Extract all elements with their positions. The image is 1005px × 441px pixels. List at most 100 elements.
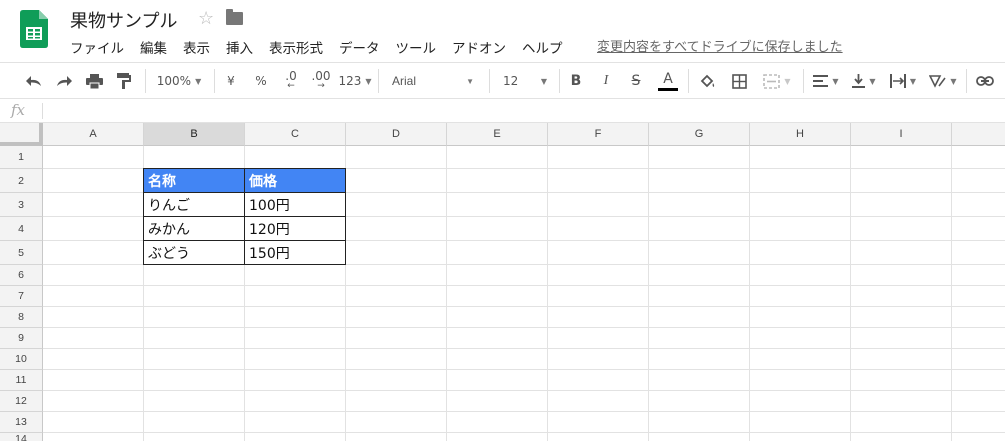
text-wrap-icon[interactable]: ▼: [886, 63, 920, 99]
bold-button[interactable]: B: [566, 63, 586, 99]
text-color-swatch: [658, 87, 678, 91]
save-status-link[interactable]: 変更内容をすべてドライブに保存しました: [597, 36, 843, 55]
column-header-h[interactable]: H: [750, 123, 851, 146]
app-header: 果物サンプル ☆ ファイル 編集 表示 挿入 表示形式 データ ツール アドオン…: [0, 0, 1005, 62]
folder-icon[interactable]: [226, 9, 243, 25]
star-icon[interactable]: ☆: [198, 8, 214, 29]
chevron-down-icon: ▼: [540, 76, 547, 86]
grid-line: [547, 146, 548, 441]
arrow-right-icon: →: [317, 81, 325, 91]
chevron-down-icon: ▼: [950, 76, 957, 86]
menu-format[interactable]: 表示形式: [269, 37, 323, 57]
row-header-9[interactable]: 9: [0, 328, 43, 349]
formula-divider: [42, 103, 43, 119]
horizontal-align-icon[interactable]: ▼: [810, 63, 842, 99]
column-header-j[interactable]: J: [952, 123, 1005, 146]
grid-line: [648, 146, 649, 441]
grid-line: [43, 369, 1005, 370]
decrease-decimal-button[interactable]: .0 ←: [279, 63, 303, 99]
table-cell-name[interactable]: りんご: [144, 193, 245, 217]
menu-view[interactable]: 表示: [183, 37, 210, 57]
strikethrough-button[interactable]: S: [626, 63, 646, 99]
sheets-logo-icon[interactable]: [20, 10, 48, 48]
toolbar-divider: [966, 69, 967, 93]
row-header-4[interactable]: 4: [0, 217, 43, 241]
row-header-3[interactable]: 3: [0, 193, 43, 217]
column-header-a[interactable]: A: [43, 123, 144, 146]
toolbar-divider: [803, 69, 804, 93]
toolbar-divider: [214, 69, 215, 93]
italic-button[interactable]: I: [596, 63, 616, 99]
row-header-10[interactable]: 10: [0, 349, 43, 370]
table-border: [143, 192, 346, 193]
paint-format-icon[interactable]: [112, 63, 136, 99]
font-family-select[interactable]: Arial ▼: [384, 63, 480, 99]
column-header-g[interactable]: G: [649, 123, 750, 146]
menu-tools[interactable]: ツール: [396, 37, 437, 57]
link-icon[interactable]: [973, 63, 997, 99]
more-formats-select[interactable]: 123 ▼: [338, 63, 372, 99]
column-header-f[interactable]: F: [548, 123, 649, 146]
row-header-2[interactable]: 2: [0, 169, 43, 193]
merge-cells-icon[interactable]: ▼: [757, 63, 797, 99]
menu-help[interactable]: ヘルプ: [522, 37, 563, 57]
text-rotation-icon[interactable]: ▼: [925, 63, 961, 99]
toolbar-divider: [559, 69, 560, 93]
row-header-8[interactable]: 8: [0, 307, 43, 328]
menu-addons[interactable]: アドオン: [452, 37, 506, 57]
grid-line: [43, 432, 1005, 433]
table-cell-price[interactable]: 100円: [245, 193, 346, 217]
text-color-button[interactable]: A: [656, 63, 680, 99]
chevron-down-icon: ▼: [466, 76, 474, 86]
redo-icon[interactable]: [52, 63, 76, 99]
chevron-down-icon: ▼: [365, 76, 372, 86]
table-header-price[interactable]: 価格: [245, 169, 346, 193]
currency-button[interactable]: ¥: [220, 63, 242, 99]
increase-decimal-label: .00: [311, 69, 331, 83]
column-header-d[interactable]: D: [346, 123, 447, 146]
row-header-1[interactable]: 1: [0, 146, 43, 169]
borders-icon[interactable]: [727, 63, 751, 99]
column-header-c[interactable]: C: [245, 123, 346, 146]
table-cell-price[interactable]: 150円: [245, 241, 346, 265]
grid-line: [43, 306, 1005, 307]
row-header-13[interactable]: 13: [0, 412, 43, 433]
menu-data[interactable]: データ: [339, 37, 380, 57]
row-header-11[interactable]: 11: [0, 370, 43, 391]
undo-icon[interactable]: [22, 63, 46, 99]
select-all-corner[interactable]: [0, 123, 43, 146]
row-header-14[interactable]: 14: [0, 433, 43, 441]
row-header-12[interactable]: 12: [0, 391, 43, 412]
increase-decimal-button[interactable]: .00 →: [308, 63, 334, 99]
table-border: [143, 216, 346, 217]
toolbar-divider: [378, 69, 379, 93]
table-header-name[interactable]: 名称: [144, 169, 245, 193]
grid-line: [749, 146, 750, 441]
menu-bar: ファイル 編集 表示 挿入 表示形式 データ ツール アドオン ヘルプ: [70, 37, 579, 57]
zoom-select[interactable]: 100% ▼: [150, 63, 208, 99]
toolbar-divider: [145, 69, 146, 93]
font-family-value: Arial: [392, 74, 417, 88]
chevron-down-icon: ▼: [832, 76, 839, 86]
column-header-i[interactable]: I: [851, 123, 952, 146]
vertical-align-icon[interactable]: ▼: [848, 63, 880, 99]
fill-color-icon[interactable]: [695, 63, 719, 99]
table-cell-price[interactable]: 120円: [245, 217, 346, 241]
menu-edit[interactable]: 編集: [140, 37, 167, 57]
toolbar-divider: [688, 69, 689, 93]
table-cell-name[interactable]: みかん: [144, 217, 245, 241]
menu-file[interactable]: ファイル: [70, 37, 124, 57]
row-header-7[interactable]: 7: [0, 286, 43, 307]
document-title[interactable]: 果物サンプル: [70, 7, 177, 33]
column-header-e[interactable]: E: [447, 123, 548, 146]
toolbar-divider: [489, 69, 490, 93]
font-size-select[interactable]: 12 ▼: [495, 63, 553, 99]
table-cell-name[interactable]: ぶどう: [144, 241, 245, 265]
row-header-5[interactable]: 5: [0, 241, 43, 265]
column-header-b[interactable]: B: [144, 123, 245, 146]
row-header-6[interactable]: 6: [0, 265, 43, 286]
percent-button[interactable]: %: [250, 63, 272, 99]
formula-input[interactable]: [50, 102, 990, 120]
menu-insert[interactable]: 挿入: [226, 37, 253, 57]
print-icon[interactable]: [82, 63, 106, 99]
